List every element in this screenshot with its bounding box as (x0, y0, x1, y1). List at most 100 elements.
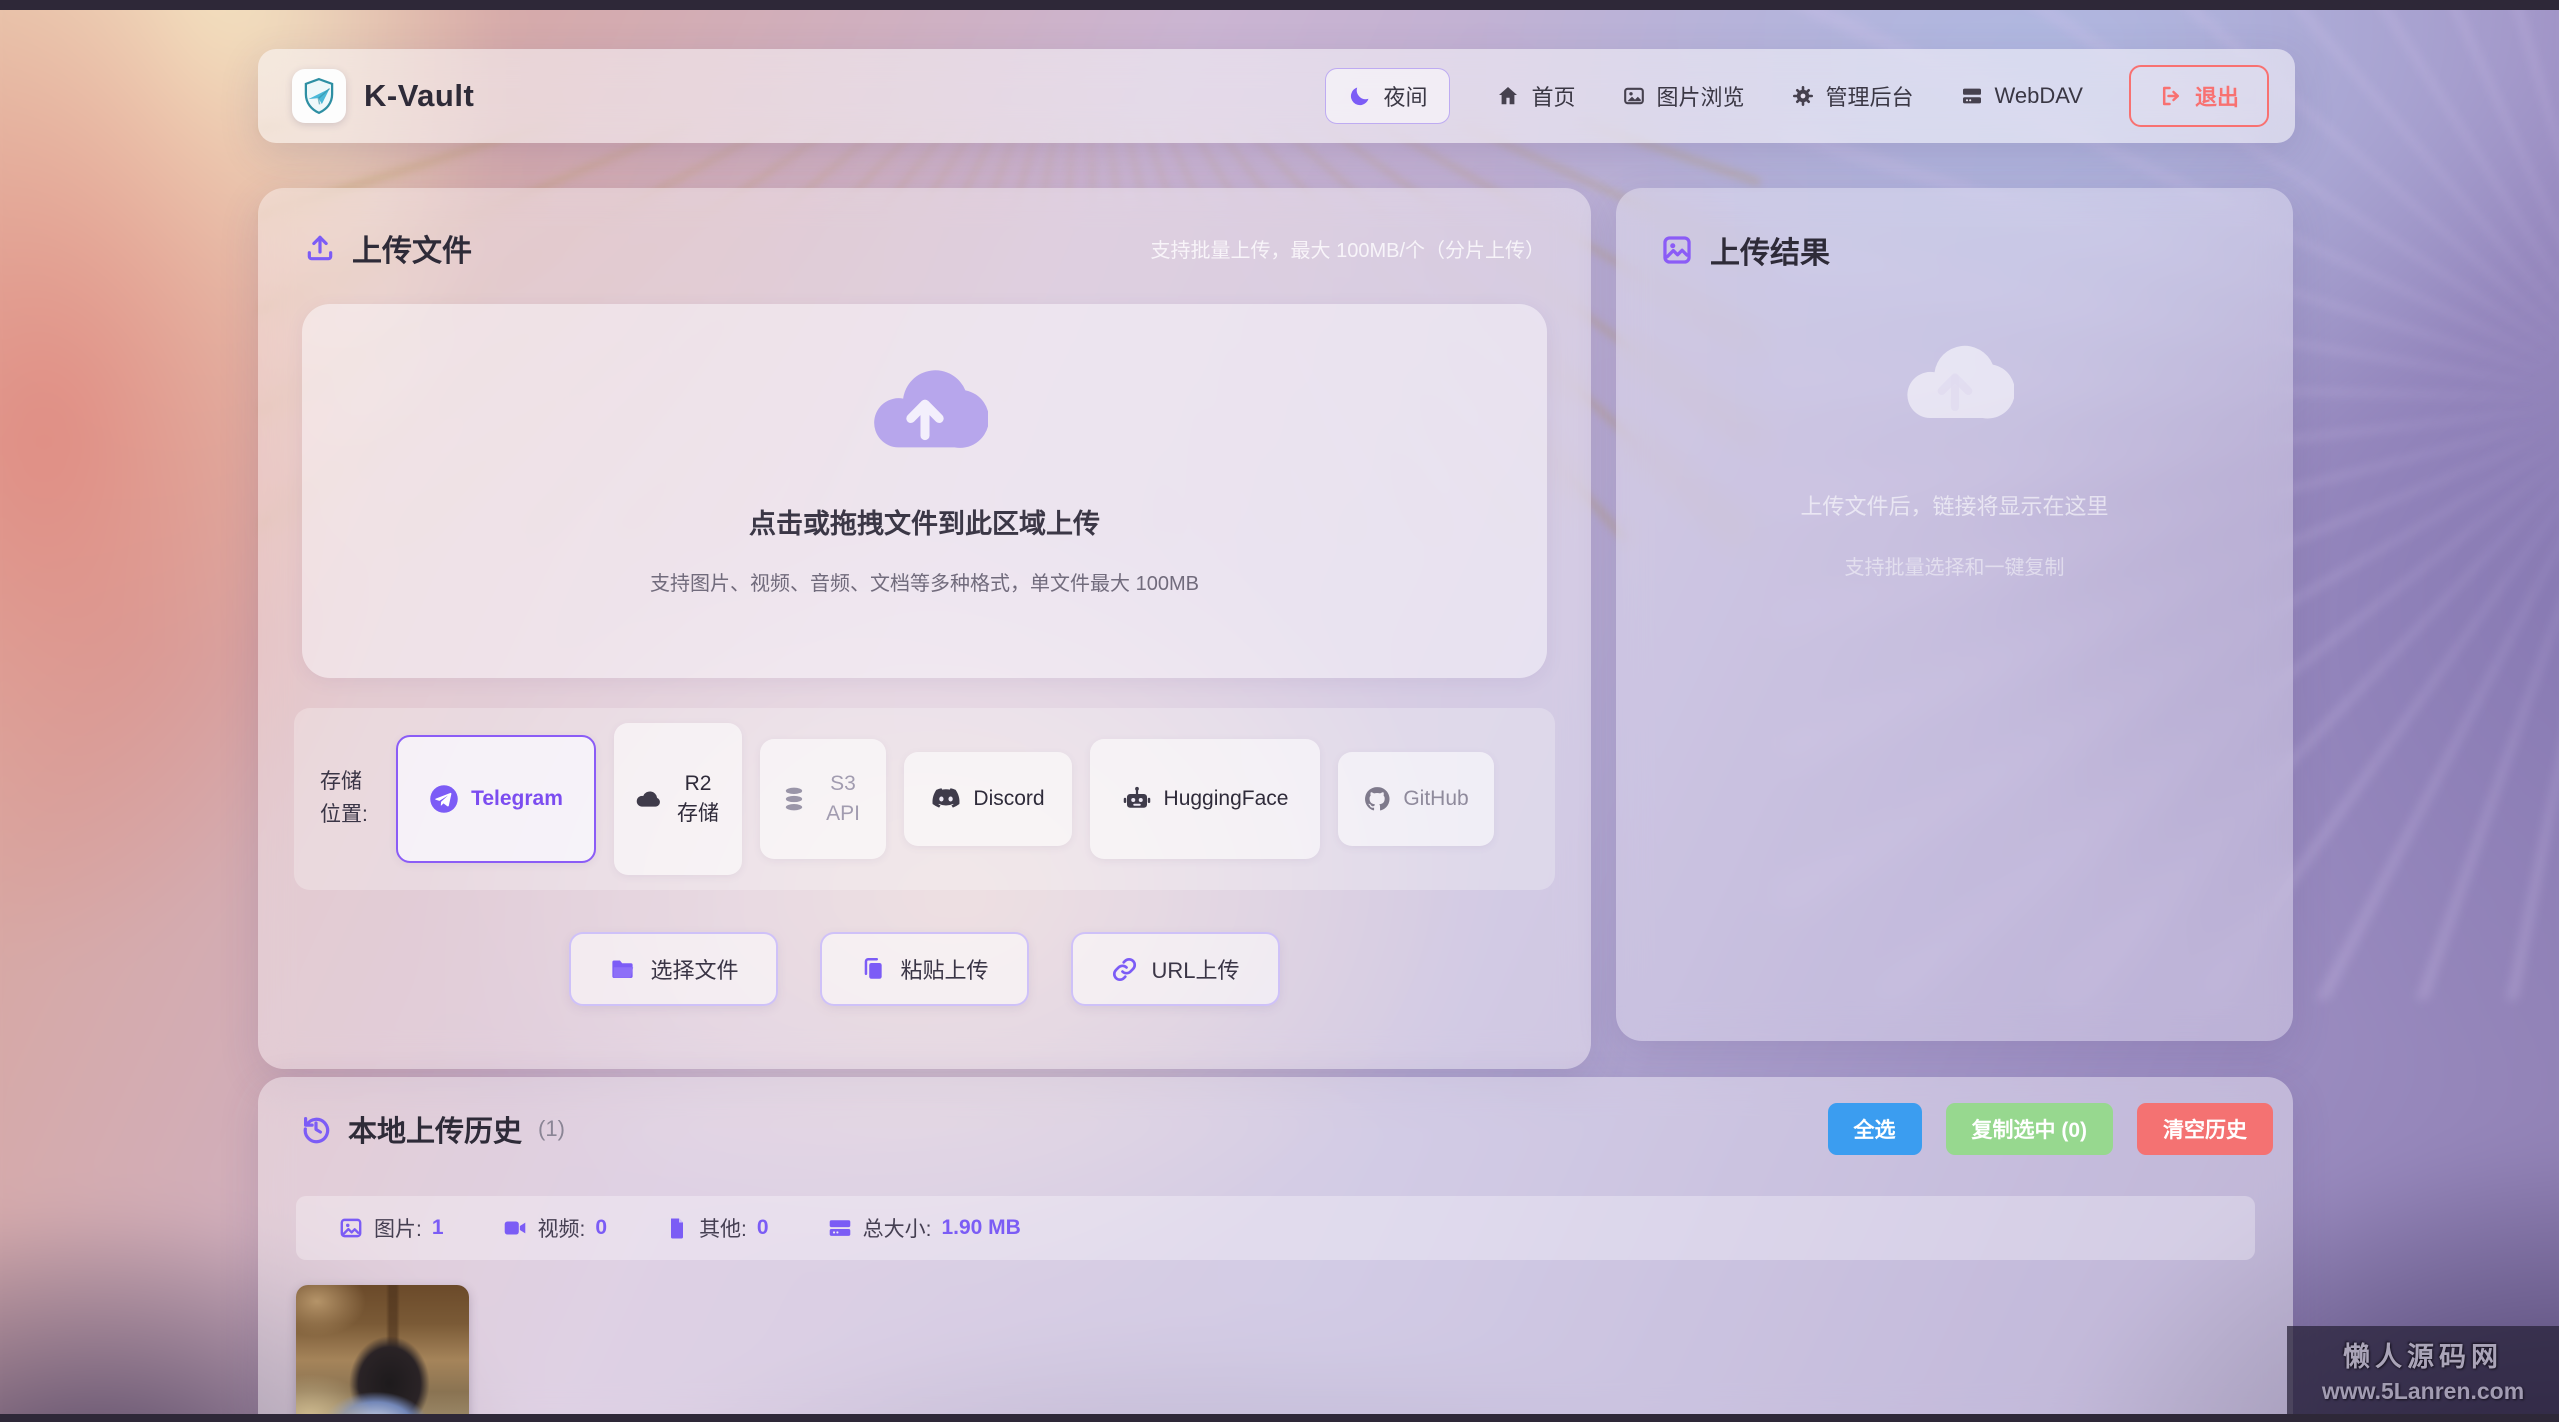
results-panel-header: 上传结果 (1660, 228, 2249, 272)
logout-label: 退出 (2195, 80, 2239, 112)
storage-option-r2[interactable]: R2 存储 (614, 723, 742, 875)
home-icon (1496, 84, 1520, 108)
history-icon (300, 1113, 332, 1145)
main-nav: 夜间 首页 图片浏览 (1325, 65, 2269, 127)
r2-cloud-icon (634, 785, 662, 813)
stat-others: 其他: 0 (665, 1213, 769, 1243)
stat-videos-label: 视频: (538, 1213, 586, 1243)
theme-toggle-label: 夜间 (1383, 80, 1427, 112)
storage-huggingface-label: HuggingFace (1164, 784, 1289, 814)
file-dropzone[interactable]: 点击或拖拽文件到此区域上传 支持图片、视频、音频、文档等多种格式，单文件最大 1… (302, 304, 1547, 678)
upload-panel: 上传文件 支持批量上传，最大 100MB/个（分片上传） 点击或拖拽文件到此区域… (258, 188, 1591, 1069)
brand-title: K-Vault (364, 78, 474, 114)
storage-telegram-label: Telegram (471, 784, 563, 814)
stat-total-size: 总大小: 1.90 MB (827, 1213, 1021, 1243)
storage-r2-label: R2 存储 (674, 769, 722, 830)
watermark-line1: 懒人源码网 (2343, 1335, 2503, 1374)
results-empty-line2: 支持批量选择和一键复制 (1616, 551, 2293, 580)
storage-label: 存储位置: (320, 766, 382, 831)
logout-button[interactable]: 退出 (2129, 65, 2269, 127)
ghost-cloud-icon (1896, 338, 2014, 428)
storage-option-discord[interactable]: Discord (904, 752, 1072, 846)
moon-icon (1348, 84, 1372, 108)
results-empty-state: 上传文件后，链接将显示在这里 支持批量选择和一键复制 (1616, 338, 2293, 580)
storage-s3-label: S3 API (820, 769, 866, 830)
top-letterbox-bar (0, 0, 2559, 10)
stat-total-label: 总大小: (863, 1213, 932, 1243)
history-stats-bar: 图片: 1 视频: 0 其他: 0 总大 (296, 1196, 2255, 1260)
nav-home-label: 首页 (1531, 80, 1575, 112)
stat-videos-value: 0 (595, 1216, 607, 1240)
nav-item-webdav[interactable]: WebDAV (1960, 83, 2083, 109)
storage-stat-icon (827, 1215, 853, 1241)
stat-videos: 视频: 0 (502, 1213, 608, 1243)
storage-option-github[interactable]: GitHub (1338, 752, 1494, 846)
select-all-button[interactable]: 全选 (1828, 1103, 1922, 1155)
images-icon (1622, 84, 1646, 108)
history-header: 本地上传历史 (1) 全选 复制选中 (0) 清空历史 (300, 1103, 2273, 1155)
gear-icon (1791, 84, 1815, 108)
stat-images: 图片: 1 (338, 1213, 444, 1243)
stat-others-value: 0 (757, 1216, 769, 1240)
nav-item-admin[interactable]: 管理后台 (1791, 80, 1914, 112)
stat-images-value: 1 (432, 1216, 444, 1240)
history-title: 本地上传历史 (348, 1108, 522, 1150)
github-icon (1363, 785, 1391, 813)
storage-option-s3[interactable]: S3 API (760, 739, 886, 859)
file-stat-icon (665, 1216, 689, 1240)
paste-upload-label: 粘贴上传 (900, 953, 988, 985)
storage-selector: 存储位置: Telegram R2 存储 S3 API (294, 708, 1555, 890)
url-upload-button[interactable]: URL上传 (1071, 932, 1280, 1006)
stat-others-label: 其他: (699, 1213, 747, 1243)
dropzone-title: 点击或拖拽文件到此区域上传 (749, 502, 1100, 541)
server-icon (1960, 84, 1984, 108)
results-panel-title: 上传结果 (1710, 228, 1830, 272)
storage-github-label: GitHub (1403, 784, 1468, 814)
robot-icon (1122, 784, 1152, 814)
results-panel: 上传结果 上传文件后，链接将显示在这里 支持批量选择和一键复制 (1616, 188, 2293, 1041)
site-watermark: 懒人源码网 www.5Lanren.com (2287, 1326, 2559, 1414)
nav-admin-label: 管理后台 (1826, 80, 1914, 112)
dropzone-subtitle: 支持图片、视频、音频、文档等多种格式，单文件最大 100MB (650, 567, 1199, 596)
nav-webdav-label: WebDAV (1995, 83, 2083, 109)
folder-icon (609, 956, 636, 983)
choose-files-button[interactable]: 选择文件 (569, 932, 778, 1006)
nav-item-home[interactable]: 首页 (1496, 80, 1575, 112)
choose-files-label: 选择文件 (650, 953, 738, 985)
history-panel: 本地上传历史 (1) 全选 复制选中 (0) 清空历史 图片: 1 视频: 0 (258, 1077, 2293, 1422)
logout-icon (2159, 84, 2183, 108)
cloud-upload-icon (862, 362, 988, 458)
stat-total-value: 1.90 MB (941, 1216, 1020, 1240)
upload-tray-icon (304, 232, 336, 264)
bottom-letterbox-bar (0, 1414, 2559, 1422)
link-icon (1111, 956, 1138, 983)
copy-selected-button[interactable]: 复制选中 (0) (1946, 1103, 2114, 1155)
watermark-line2: www.5Lanren.com (2322, 1378, 2524, 1405)
storage-option-telegram[interactable]: Telegram (396, 735, 596, 863)
results-empty-line1: 上传文件后，链接将显示在这里 (1616, 489, 2293, 521)
storage-discord-label: Discord (973, 784, 1044, 814)
paste-upload-button[interactable]: 粘贴上传 (820, 932, 1028, 1006)
url-upload-label: URL上传 (1152, 953, 1240, 985)
discord-icon (931, 787, 961, 811)
history-count: (1) (538, 1116, 565, 1142)
upload-panel-header: 上传文件 支持批量上传，最大 100MB/个（分片上传） (304, 226, 1545, 270)
nav-item-gallery[interactable]: 图片浏览 (1622, 80, 1745, 112)
history-actions: 全选 复制选中 (0) 清空历史 (1828, 1103, 2274, 1155)
app-header: K-Vault 夜间 首页 图片浏览 (258, 49, 2295, 143)
result-images-icon (1660, 233, 1694, 267)
theme-toggle-button[interactable]: 夜间 (1325, 68, 1450, 124)
storage-option-huggingface[interactable]: HuggingFace (1090, 739, 1320, 859)
upload-hint: 支持批量上传，最大 100MB/个（分片上传） (1151, 234, 1545, 263)
s3-database-icon (780, 785, 808, 813)
app-logo[interactable] (292, 69, 346, 123)
paste-icon (860, 956, 886, 982)
image-stat-icon (338, 1215, 364, 1241)
clear-history-button[interactable]: 清空历史 (2137, 1103, 2273, 1155)
upload-panel-title: 上传文件 (352, 226, 472, 270)
telegram-icon (429, 784, 459, 814)
nav-gallery-label: 图片浏览 (1657, 80, 1745, 112)
stat-images-label: 图片: (374, 1213, 422, 1243)
shield-plane-icon (299, 76, 339, 116)
history-item-thumbnail[interactable] (296, 1285, 469, 1422)
